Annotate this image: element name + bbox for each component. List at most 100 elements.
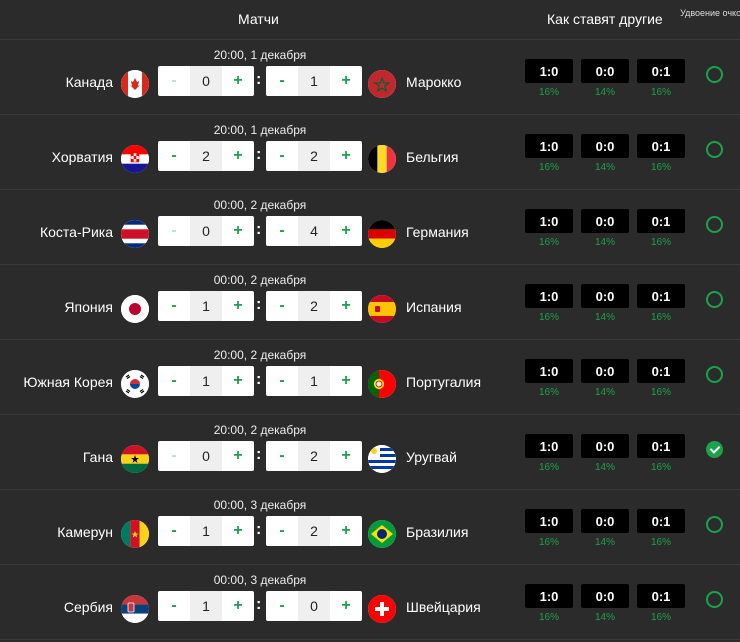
double-points-radio-icon[interactable] <box>706 516 723 533</box>
away-score-plus-button[interactable]: + <box>330 591 362 621</box>
popular-pick[interactable]: 1:0 16% <box>525 359 573 398</box>
home-score-plus-button[interactable]: + <box>222 516 254 546</box>
popular-pick[interactable]: 0:0 14% <box>581 59 629 98</box>
home-score-minus-button[interactable]: - <box>158 66 190 96</box>
double-points-radio-icon[interactable] <box>706 591 723 608</box>
home-score-plus-button[interactable]: + <box>222 141 254 171</box>
score-separator: : <box>256 71 262 88</box>
home-team-name: Хорватия <box>51 149 113 165</box>
home-score-plus-button[interactable]: + <box>222 66 254 96</box>
popular-pick[interactable]: 0:0 14% <box>581 134 629 173</box>
popular-pick[interactable]: 0:1 16% <box>637 59 685 98</box>
pick-percentage: 14% <box>594 162 615 173</box>
home-score-value: 1 <box>190 516 222 546</box>
popular-pick[interactable]: 1:0 16% <box>525 284 573 323</box>
popular-pick[interactable]: 0:0 14% <box>581 434 629 473</box>
popular-pick[interactable]: 1:0 16% <box>525 209 573 248</box>
double-points-radio-icon[interactable] <box>706 291 723 308</box>
pick-score: 0:1 <box>637 209 685 233</box>
away-score-minus-button[interactable]: - <box>266 591 298 621</box>
pick-score: 0:1 <box>637 509 685 533</box>
japan-flag-icon <box>121 295 149 323</box>
popular-pick[interactable]: 0:0 14% <box>581 284 629 323</box>
away-score-plus-button[interactable]: + <box>330 141 362 171</box>
popular-pick[interactable]: 0:1 16% <box>637 209 685 248</box>
home-score-minus-button[interactable]: - <box>158 141 190 171</box>
home-score-value: 1 <box>190 291 222 321</box>
popular-pick[interactable]: 0:1 16% <box>637 284 685 323</box>
score-separator: : <box>256 446 262 463</box>
popular-pick[interactable]: 0:0 14% <box>581 584 629 623</box>
uruguay-flag-icon <box>368 445 396 473</box>
popular-pick[interactable]: 0:1 16% <box>637 134 685 173</box>
home-score-minus-button[interactable]: - <box>158 366 190 396</box>
away-score-plus-button[interactable]: + <box>330 216 362 246</box>
home-score-minus-button[interactable]: - <box>158 591 190 621</box>
pick-score: 1:0 <box>525 434 573 458</box>
double-points-radio-icon[interactable] <box>706 66 723 83</box>
away-score-minus-button[interactable]: - <box>266 441 298 471</box>
others-picks: 1:0 16% 0:0 14% 0:1 16% <box>525 284 685 323</box>
popular-pick[interactable]: 1:0 16% <box>525 509 573 548</box>
popular-pick[interactable]: 0:0 14% <box>581 209 629 248</box>
away-score-minus-button[interactable]: - <box>266 291 298 321</box>
pick-percentage: 16% <box>650 237 671 248</box>
double-points-checked-icon[interactable] <box>706 441 723 458</box>
pick-score: 0:1 <box>637 434 685 458</box>
popular-pick[interactable]: 0:1 16% <box>637 509 685 548</box>
match-datetime: 00:00, 3 декабря <box>213 573 307 587</box>
away-score-minus-button[interactable]: - <box>266 66 298 96</box>
away-score-plus-button[interactable]: + <box>330 516 362 546</box>
home-score-minus-button[interactable]: - <box>158 516 190 546</box>
double-points-radio-icon[interactable] <box>706 366 723 383</box>
home-score-minus-button[interactable]: - <box>158 441 190 471</box>
cameroon-flag-icon <box>121 520 149 548</box>
away-score-plus-button[interactable]: + <box>330 441 362 471</box>
home-score-minus-button[interactable]: - <box>158 291 190 321</box>
popular-pick[interactable]: 1:0 16% <box>525 584 573 623</box>
away-score-minus-button[interactable]: - <box>266 141 298 171</box>
pick-percentage: 16% <box>650 162 671 173</box>
score-separator: : <box>256 371 262 388</box>
away-team-name: Бразилия <box>406 524 469 540</box>
home-score-value: 2 <box>190 141 222 171</box>
away-score-value: 2 <box>298 291 330 321</box>
away-score-minus-button[interactable]: - <box>266 366 298 396</box>
away-score-value: 2 <box>298 441 330 471</box>
pick-score: 0:0 <box>581 434 629 458</box>
pick-score: 1:0 <box>525 284 573 308</box>
popular-pick[interactable]: 1:0 16% <box>525 134 573 173</box>
home-score-plus-button[interactable]: + <box>222 441 254 471</box>
pick-score: 0:0 <box>581 209 629 233</box>
popular-pick[interactable]: 1:0 16% <box>525 434 573 473</box>
pick-percentage: 16% <box>538 387 559 398</box>
popular-pick[interactable]: 0:1 16% <box>637 359 685 398</box>
popular-pick[interactable]: 0:0 14% <box>581 509 629 548</box>
away-score-plus-button[interactable]: + <box>330 291 362 321</box>
double-points-radio-icon[interactable] <box>706 216 723 233</box>
double-points-radio-icon[interactable] <box>706 141 723 158</box>
home-score-minus-button[interactable]: - <box>158 216 190 246</box>
away-score-minus-button[interactable]: - <box>266 516 298 546</box>
popular-pick[interactable]: 0:1 16% <box>637 434 685 473</box>
canada-flag-icon <box>121 70 149 98</box>
away-score-plus-button[interactable]: + <box>330 366 362 396</box>
popular-pick[interactable]: 1:0 16% <box>525 59 573 98</box>
home-score-plus-button[interactable]: + <box>222 216 254 246</box>
away-score-stepper: - 4 + <box>266 216 362 246</box>
away-team-name: Португалия <box>406 374 482 390</box>
pick-percentage: 14% <box>594 387 615 398</box>
score-separator: : <box>256 146 262 163</box>
others-picks-column-header: Как ставят другие <box>547 11 663 27</box>
away-score-minus-button[interactable]: - <box>266 216 298 246</box>
match-row: 20:00, 1 декабря Хорватия - 2 + : - 2 + … <box>0 115 740 190</box>
home-score-plus-button[interactable]: + <box>222 591 254 621</box>
home-score-plus-button[interactable]: + <box>222 291 254 321</box>
pick-score: 1:0 <box>525 359 573 383</box>
home-score-plus-button[interactable]: + <box>222 366 254 396</box>
popular-pick[interactable]: 0:0 14% <box>581 359 629 398</box>
away-score-plus-button[interactable]: + <box>330 66 362 96</box>
pick-percentage: 16% <box>650 387 671 398</box>
popular-pick[interactable]: 0:1 16% <box>637 584 685 623</box>
home-team-name: Япония <box>64 299 113 315</box>
